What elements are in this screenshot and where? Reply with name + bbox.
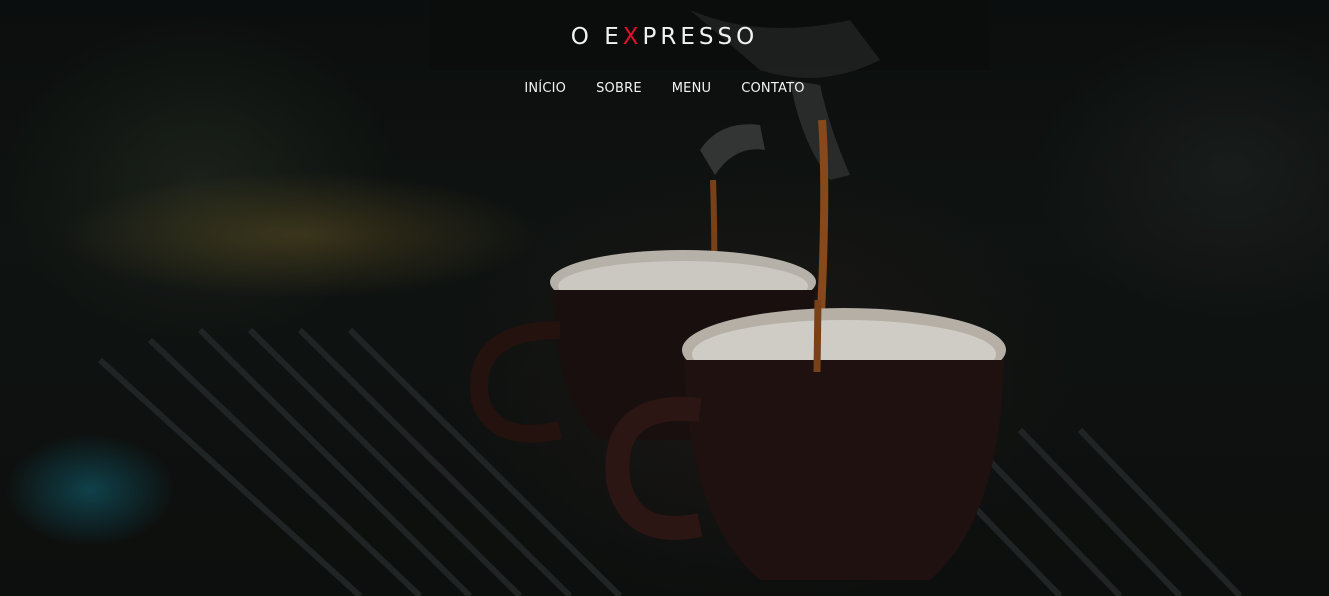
site-header: O EXPRESSO INÍCIO SOBRE MENU CONTATO [0, 0, 1329, 120]
logo-accent-letter: X [622, 24, 643, 50]
nav-item-inicio[interactable]: INÍCIO [524, 81, 566, 96]
logo-suffix: PRESSO [642, 24, 759, 50]
hero-section: O EXPRESSO INÍCIO SOBRE MENU CONTATO [0, 0, 1329, 596]
nav-item-contato[interactable]: CONTATO [741, 81, 804, 96]
main-nav: INÍCIO SOBRE MENU CONTATO [0, 81, 1329, 96]
site-logo[interactable]: O EXPRESSO [0, 24, 1329, 50]
nav-item-sobre[interactable]: SOBRE [596, 81, 642, 96]
nav-item-menu[interactable]: MENU [672, 81, 711, 96]
logo-prefix: O E [570, 24, 623, 50]
